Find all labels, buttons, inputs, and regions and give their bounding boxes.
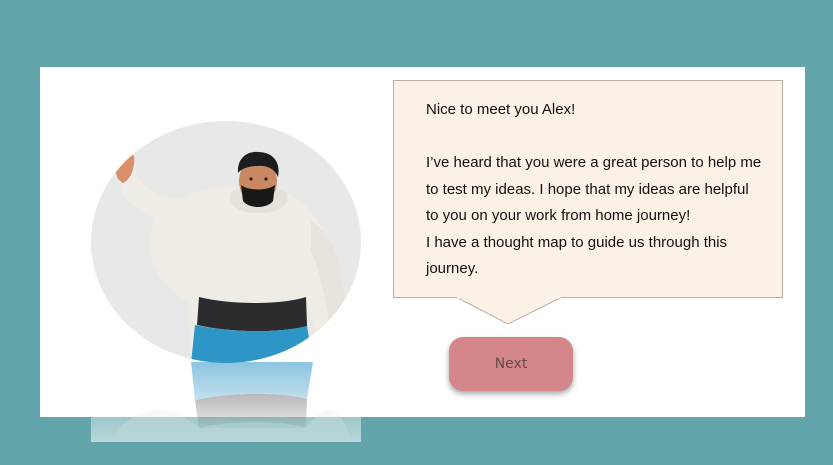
character-illustration xyxy=(114,148,345,363)
next-button[interactable]: Next xyxy=(449,337,573,391)
speech-bubble-tail xyxy=(455,297,563,325)
avatar-reflection xyxy=(91,362,361,442)
slide-background: Nice to meet you Alex! I’ve heard that y… xyxy=(0,0,833,465)
thought-map-paragraph: I have a thought map to guide us through… xyxy=(426,233,728,278)
intro-paragraph: I’ve heard that you were a great person … xyxy=(426,154,762,224)
reflection-illustration xyxy=(91,362,361,442)
speech-bubble: Nice to meet you Alex! I’ve heard that y… xyxy=(393,80,783,298)
greeting-text: Nice to meet you Alex! xyxy=(426,101,576,118)
character-avatar-icon xyxy=(91,121,361,363)
